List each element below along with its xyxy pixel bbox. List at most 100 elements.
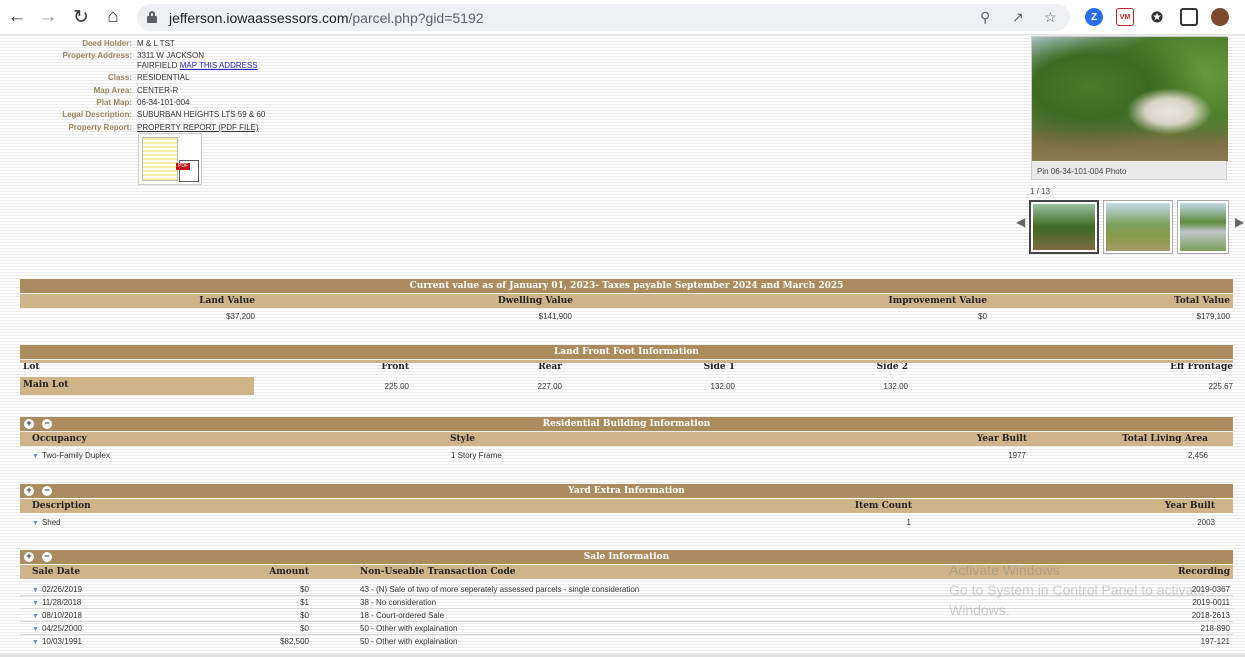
sale-amount: $0 bbox=[300, 585, 309, 594]
column-header-row: Description Item Count Year Built bbox=[20, 499, 1233, 513]
column-header-row: Occupancy Style Year Built Total Living … bbox=[20, 432, 1233, 446]
extensions-puzzle-icon[interactable]: ✪ bbox=[1148, 8, 1166, 26]
rear-value: 227.00 bbox=[537, 382, 562, 391]
lock-icon bbox=[147, 11, 157, 23]
plat-map-label: Plat Map: bbox=[96, 98, 132, 107]
expand-row-icon[interactable]: ▼ bbox=[32, 639, 39, 646]
side1-value: 132.00 bbox=[710, 382, 735, 391]
deed-holder-label: Deed Holder: bbox=[82, 39, 132, 48]
table-row[interactable]: ▼ Shed bbox=[32, 517, 61, 528]
back-arrow-icon[interactable]: ← bbox=[6, 6, 28, 28]
eff-frontage-value: 225.67 bbox=[1208, 382, 1233, 391]
photo-thumbnail[interactable] bbox=[1177, 200, 1229, 254]
property-report-thumbnail[interactable]: PDF bbox=[138, 133, 202, 185]
expand-row-icon[interactable]: ▼ bbox=[32, 520, 39, 527]
table-row[interactable]: ▼ 04/25/2000 bbox=[32, 623, 82, 634]
dwelling-value: $141,900 bbox=[538, 312, 572, 321]
land-value: $37,200 bbox=[226, 312, 255, 321]
photo-thumbnail[interactable] bbox=[1029, 200, 1099, 254]
address-bar[interactable]: jefferson.iowaassessors.com/parcel.php?g… bbox=[137, 4, 1070, 31]
expand-row-icon[interactable]: ▼ bbox=[32, 587, 39, 594]
expand-all-icon[interactable]: + bbox=[24, 419, 34, 429]
transaction-code: 18 - Court-ordered Sale bbox=[360, 611, 445, 620]
collapse-all-icon[interactable]: − bbox=[42, 419, 52, 429]
property-report-link[interactable]: PROPERTY REPORT (PDF FILE) bbox=[137, 122, 259, 133]
total-value: $179,100 bbox=[1196, 312, 1230, 321]
transaction-code: 38 - No consideration bbox=[360, 598, 437, 607]
side2-value: 132.00 bbox=[883, 382, 908, 391]
recording: 197-121 bbox=[1200, 637, 1230, 646]
column-header: Item Count bbox=[854, 501, 912, 511]
legal-description-label: Legal Description: bbox=[62, 110, 132, 119]
column-header: Year Built bbox=[976, 434, 1027, 444]
expand-row-icon[interactable]: ▼ bbox=[32, 600, 39, 607]
expand-row-icon[interactable]: ▼ bbox=[32, 626, 39, 633]
section-title: Current value as of January 01, 2023- Ta… bbox=[20, 279, 1233, 293]
collapse-all-icon[interactable]: − bbox=[42, 552, 52, 562]
bookmark-star-icon[interactable]: ☆ bbox=[1044, 9, 1057, 26]
yard-year-built-value: 2003 bbox=[1197, 518, 1215, 527]
column-header: Sale Date bbox=[32, 567, 81, 577]
table-row[interactable]: ▼ 08/10/2018 bbox=[32, 610, 82, 621]
table-row[interactable]: ▼ 11/28/2018 bbox=[32, 597, 81, 608]
section-title: Land Front Foot Information bbox=[20, 345, 1233, 359]
activate-windows-watermark: Activate Windows Go to System in Control… bbox=[949, 562, 1206, 618]
column-header: Total Value bbox=[1174, 296, 1230, 306]
item-count-value: 1 bbox=[906, 518, 911, 527]
photo-thumbnail[interactable] bbox=[1103, 200, 1173, 254]
sale-amount: $0 bbox=[300, 624, 309, 633]
collapse-all-icon[interactable]: − bbox=[42, 486, 52, 496]
expand-row-icon[interactable]: ▼ bbox=[32, 453, 39, 460]
yard-extra-section: Yard Extra Information + − Description I… bbox=[20, 484, 1233, 529]
map-area-label: Map Area: bbox=[93, 86, 132, 95]
sale-amount: $0 bbox=[300, 611, 309, 620]
expand-row-icon[interactable]: ▼ bbox=[32, 613, 39, 620]
url-text[interactable]: jefferson.iowaassessors.com/parcel.php?g… bbox=[169, 10, 484, 26]
recording: 218-890 bbox=[1200, 624, 1230, 633]
profile-avatar[interactable] bbox=[1211, 8, 1229, 26]
zoom-extension-icon[interactable]: Z bbox=[1085, 8, 1103, 26]
side-panel-icon[interactable] bbox=[1180, 8, 1198, 26]
zoom-icon[interactable]: ⚲ bbox=[980, 9, 990, 26]
pdf-icon: PDF bbox=[176, 160, 199, 182]
home-icon[interactable]: ⌂ bbox=[102, 6, 124, 28]
residential-section: Residential Building Information + − Occ… bbox=[20, 417, 1233, 462]
column-header: Amount bbox=[269, 567, 309, 577]
plat-map-value: 06-34-101-004 bbox=[137, 98, 190, 107]
column-header: Total Living Area bbox=[1122, 434, 1208, 444]
section-title: Residential Building Information bbox=[20, 417, 1233, 431]
table-row[interactable]: ▼ 10/03/1991 bbox=[32, 636, 82, 647]
map-address-link[interactable]: MAP THIS ADDRESS bbox=[180, 61, 258, 70]
property-report-label: Property Report: bbox=[68, 123, 132, 132]
expand-all-icon[interactable]: + bbox=[24, 552, 34, 562]
deed-holder-value: M & L TST bbox=[137, 39, 175, 48]
transaction-code: 50 - Other with explaination bbox=[360, 637, 458, 646]
reload-icon[interactable]: ↻ bbox=[70, 6, 92, 28]
photo-counter: 1 / 13 bbox=[1030, 187, 1051, 196]
living-area-value: 2,456 bbox=[1187, 451, 1208, 460]
expand-all-icon[interactable]: + bbox=[24, 486, 34, 496]
parcel-photo[interactable]: Pin 06-34-101-004 Photo bbox=[1031, 36, 1228, 180]
year-built-value: 1977 bbox=[1008, 451, 1026, 460]
browser-toolbar: ← → ↻ ⌂ jefferson.iowaassessors.com/parc… bbox=[0, 0, 1245, 35]
sale-amount: $1 bbox=[300, 598, 309, 607]
next-photo-arrow-icon[interactable]: ▶ bbox=[1235, 215, 1244, 229]
address-city: FAIRFIELD bbox=[137, 61, 178, 70]
table-row[interactable]: ▼ 02/26/2019 bbox=[32, 584, 82, 595]
style-value: 1 Story Frame bbox=[451, 451, 502, 460]
sale-amount: $82,500 bbox=[280, 637, 309, 646]
column-header: Description bbox=[32, 501, 91, 511]
vm-extension-icon[interactable]: VM bbox=[1116, 8, 1134, 26]
section-title: Yard Extra Information bbox=[20, 484, 1233, 498]
forward-arrow-icon[interactable]: → bbox=[37, 6, 59, 28]
column-header: Improvement Value bbox=[888, 296, 988, 306]
prev-photo-arrow-icon[interactable]: ◀ bbox=[1016, 215, 1025, 229]
share-icon[interactable]: ↗ bbox=[1012, 9, 1024, 26]
class-label: Class: bbox=[107, 73, 132, 82]
table-row[interactable]: ▼ Two-Family Duplex bbox=[32, 450, 110, 461]
legal-description-value: SUBURBAN HEIGHTS LTS 59 & 60 bbox=[137, 110, 266, 119]
transaction-code: 43 - (N) Sale of two of more seperately … bbox=[360, 585, 640, 594]
column-header-row: Land Value Dwelling Value Improvement Va… bbox=[20, 294, 1233, 308]
column-header: Occupancy bbox=[32, 434, 87, 444]
report-document-image bbox=[142, 137, 178, 181]
